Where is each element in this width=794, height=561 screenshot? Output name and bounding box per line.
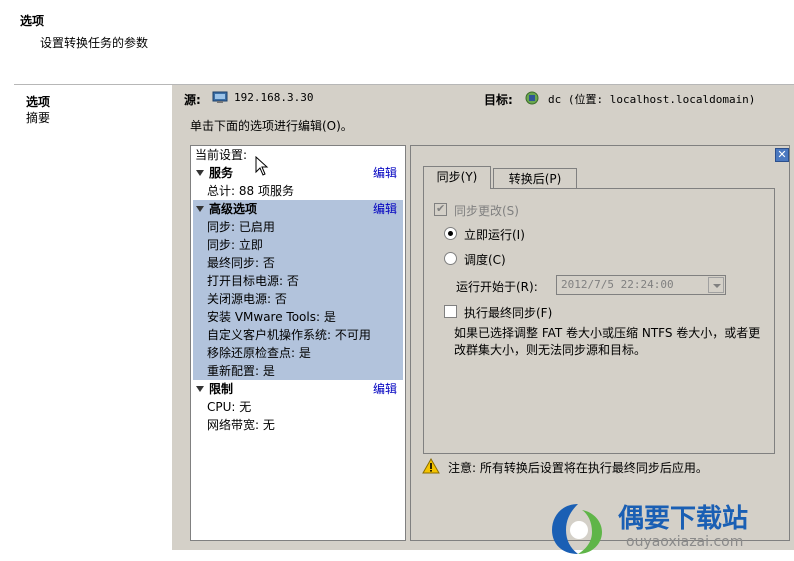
sync-changes-checkbox[interactable]	[434, 202, 447, 216]
volume-resize-note: 如果已选择调整 FAT 卷大小或压缩 NTFS 卷大小，或者更改群集大小，则无法…	[454, 326, 761, 357]
list-item: 同步: 已启用	[207, 220, 275, 234]
group-advanced-options[interactable]: 高级选项 编辑	[191, 200, 405, 218]
group-services[interactable]: 服务 编辑	[191, 164, 405, 182]
list-item: 自定义客户机操作系统: 不可用	[207, 328, 371, 342]
tab-body-sync: 同步更改(S) 立即运行(I) 调度(C) 运行开始于(R): 2012/7/5…	[423, 188, 775, 454]
target-label: 目标:	[484, 93, 513, 107]
post-conversion-note: 注意: 所有转换后设置将在执行最终同步后应用。	[448, 461, 708, 475]
run-start-datetime-field[interactable]: 2012/7/5 22:24:00	[556, 275, 726, 295]
tab-sync[interactable]: 同步(Y)	[423, 166, 491, 189]
list-item: 打开目标电源: 否	[207, 274, 299, 288]
list-item: 重新配置: 是	[207, 364, 275, 378]
list-item: 同步: 立即	[207, 238, 263, 252]
page-subtitle: 设置转换任务的参数	[40, 36, 149, 50]
collapse-triangle-icon[interactable]	[196, 386, 204, 392]
settings-list: 当前设置: 服务 编辑 总计: 88 项服务 高级选项 编辑 同步: 已启用 同…	[190, 145, 406, 541]
schedule-label: 调度(C)	[464, 253, 506, 267]
watermark: 偶要下载站 ouyaoxiazai.com	[548, 496, 794, 558]
group-limits[interactable]: 限制 编辑	[191, 380, 405, 398]
tab-post-conversion[interactable]: 转换后(P)	[493, 168, 577, 188]
collapse-triangle-icon[interactable]	[196, 170, 204, 176]
list-item: 总计: 88 项服务	[207, 184, 294, 198]
list-item: 关闭源电源: 否	[207, 292, 287, 306]
watermark-url: ouyaoxiazai.com	[626, 534, 744, 550]
warning-icon	[422, 458, 440, 474]
page-title: 选项	[20, 14, 45, 28]
list-item: 最终同步: 否	[207, 256, 275, 270]
nav-item-options[interactable]: 选项	[26, 93, 50, 110]
run-now-label: 立即运行(I)	[464, 228, 525, 242]
final-sync-checkbox[interactable]	[444, 305, 457, 318]
list-item: CPU: 无	[207, 400, 252, 414]
main-content: 源: 192.168.3.30 目标: dc (位置: localhost.lo…	[172, 84, 794, 550]
list-item: 移除还原检查点: 是	[207, 346, 311, 360]
sync-changes-label: 同步更改(S)	[454, 204, 519, 218]
wizard-nav: 选项 摘要	[14, 84, 172, 550]
edit-advanced-link[interactable]: 编辑	[373, 200, 397, 218]
edit-services-link[interactable]: 编辑	[373, 164, 397, 182]
run-now-radio[interactable]	[444, 227, 457, 240]
nav-item-summary[interactable]: 摘要	[26, 109, 50, 126]
source-value: 192.168.3.30	[234, 91, 314, 104]
instruction-text: 单击下面的选项进行编辑(O)。	[190, 119, 353, 133]
source-label: 源:	[184, 93, 201, 107]
collapse-triangle-icon[interactable]	[196, 206, 204, 212]
computer-icon	[212, 91, 228, 103]
final-sync-label: 执行最终同步(F)	[464, 306, 553, 320]
list-item: 安装 VMware Tools: 是	[207, 310, 336, 324]
list-header: 当前设置:	[195, 148, 248, 162]
schedule-radio[interactable]	[444, 252, 457, 265]
options-panel: ✕ 同步(Y) 转换后(P) 同步更改(S) 立即运行(I) 调度(C) 运行开…	[410, 145, 790, 541]
edit-limits-link[interactable]: 编辑	[373, 380, 397, 398]
close-icon[interactable]: ✕	[775, 148, 789, 162]
list-item: 网络带宽: 无	[207, 418, 275, 432]
chevron-down-icon[interactable]	[708, 277, 724, 293]
wizard-header: 选项 设置转换任务的参数	[0, 0, 794, 78]
target-value: dc (位置: localhost.localdomain)	[548, 93, 756, 106]
run-start-label: 运行开始于(R):	[456, 280, 538, 294]
site-logo-icon	[552, 504, 602, 554]
watermark-title: 偶要下载站	[618, 504, 749, 534]
vm-host-icon	[525, 91, 539, 105]
